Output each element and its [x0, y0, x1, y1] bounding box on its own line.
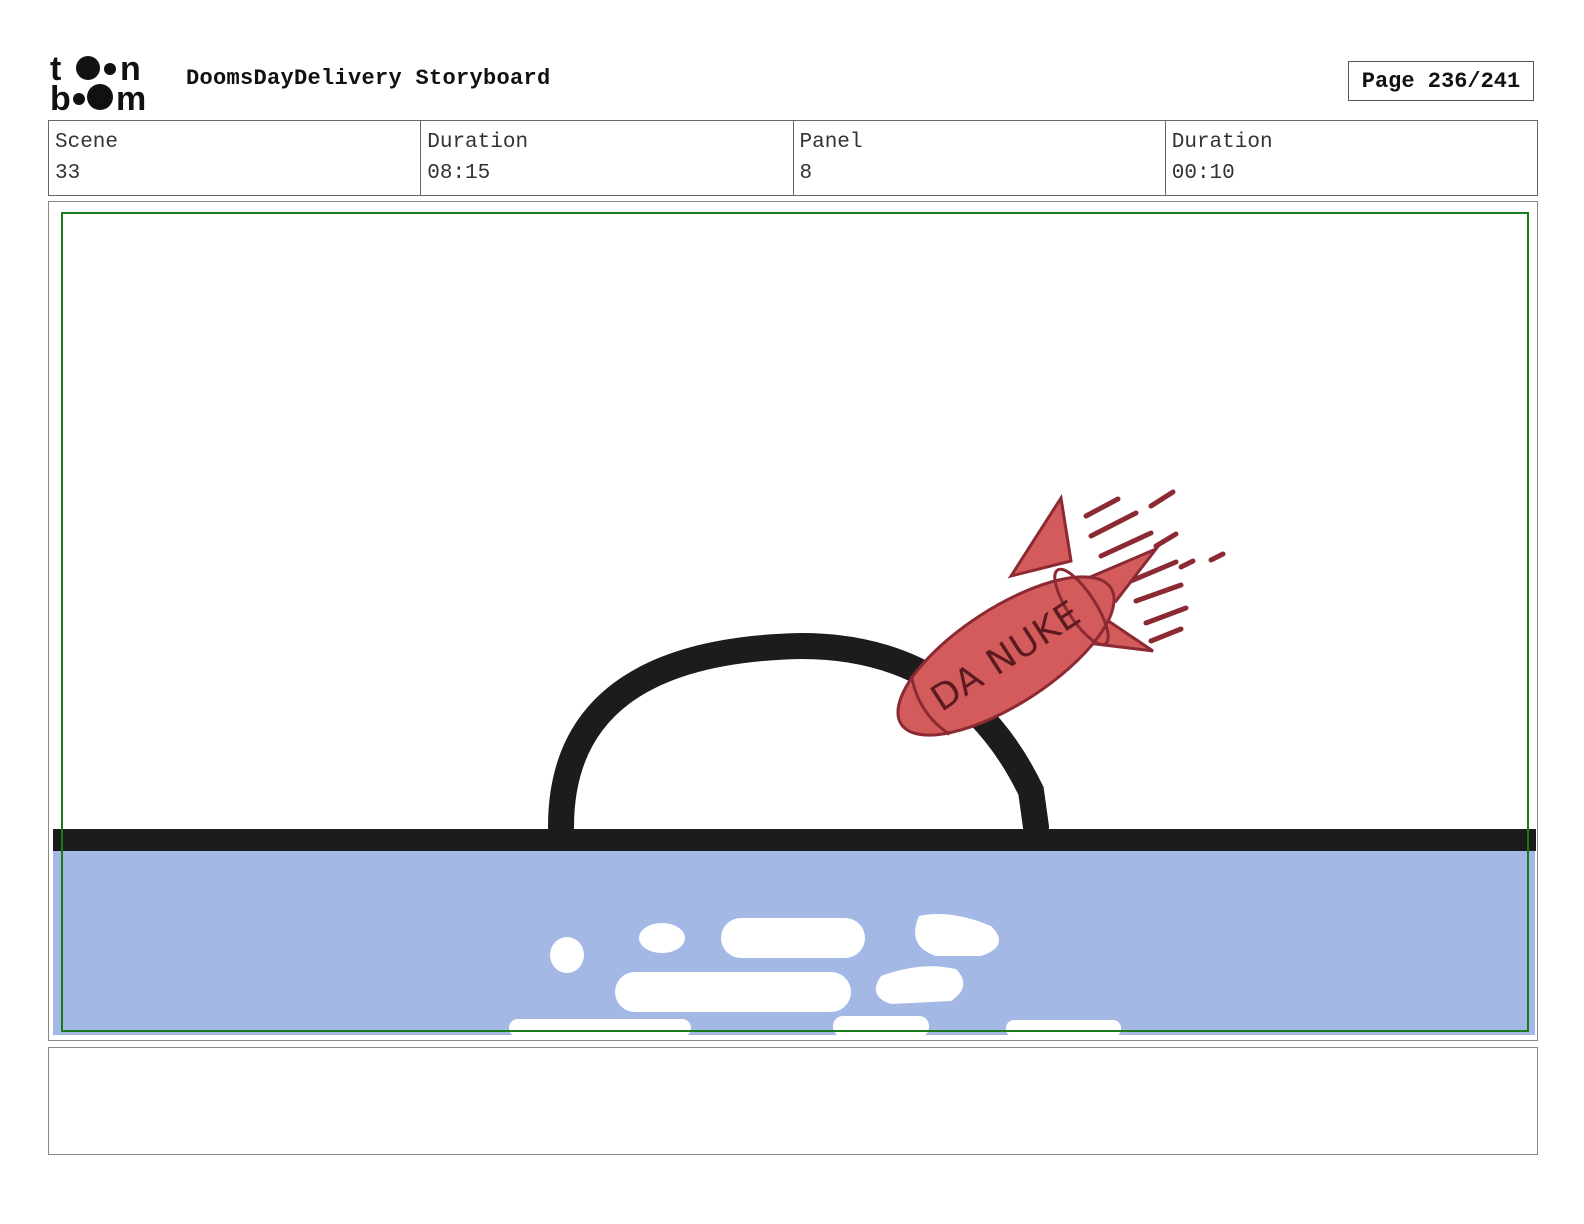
- panel-notes-box[interactable]: [48, 1047, 1538, 1155]
- panel-duration-value: 00:10: [1171, 162, 1235, 185]
- svg-text:m: m: [116, 80, 146, 114]
- svg-text:b: b: [50, 80, 71, 114]
- scene-value: 33: [55, 162, 81, 185]
- panel-duration-cell: Duration 00:10: [1166, 121, 1537, 195]
- scene-duration-label: Duration: [427, 131, 529, 154]
- scene-duration-value: 08:15: [427, 162, 491, 185]
- panel-artwork: DA NUKE: [53, 212, 1536, 1037]
- scene-info-table: Scene 33 Duration 08:15 Panel 8 Duration…: [48, 120, 1538, 196]
- scene-duration-cell: Duration 08:15: [421, 121, 794, 195]
- ground-line: [53, 829, 1536, 851]
- panel-label: Panel: [799, 131, 863, 154]
- storyboard-title: DoomsDayDelivery Storyboard: [186, 66, 551, 91]
- panel-cell: Panel 8: [794, 121, 1166, 195]
- scene-label: Scene: [55, 131, 119, 154]
- panel-frame: DA NUKE: [48, 201, 1538, 1041]
- panel-value: 8: [799, 162, 813, 185]
- toon-boom-logo: t n b m: [50, 50, 146, 114]
- page-indicator: Page 236/241: [1348, 61, 1534, 101]
- panel-duration-label: Duration: [1171, 131, 1273, 154]
- scene-cell: Scene 33: [49, 121, 422, 195]
